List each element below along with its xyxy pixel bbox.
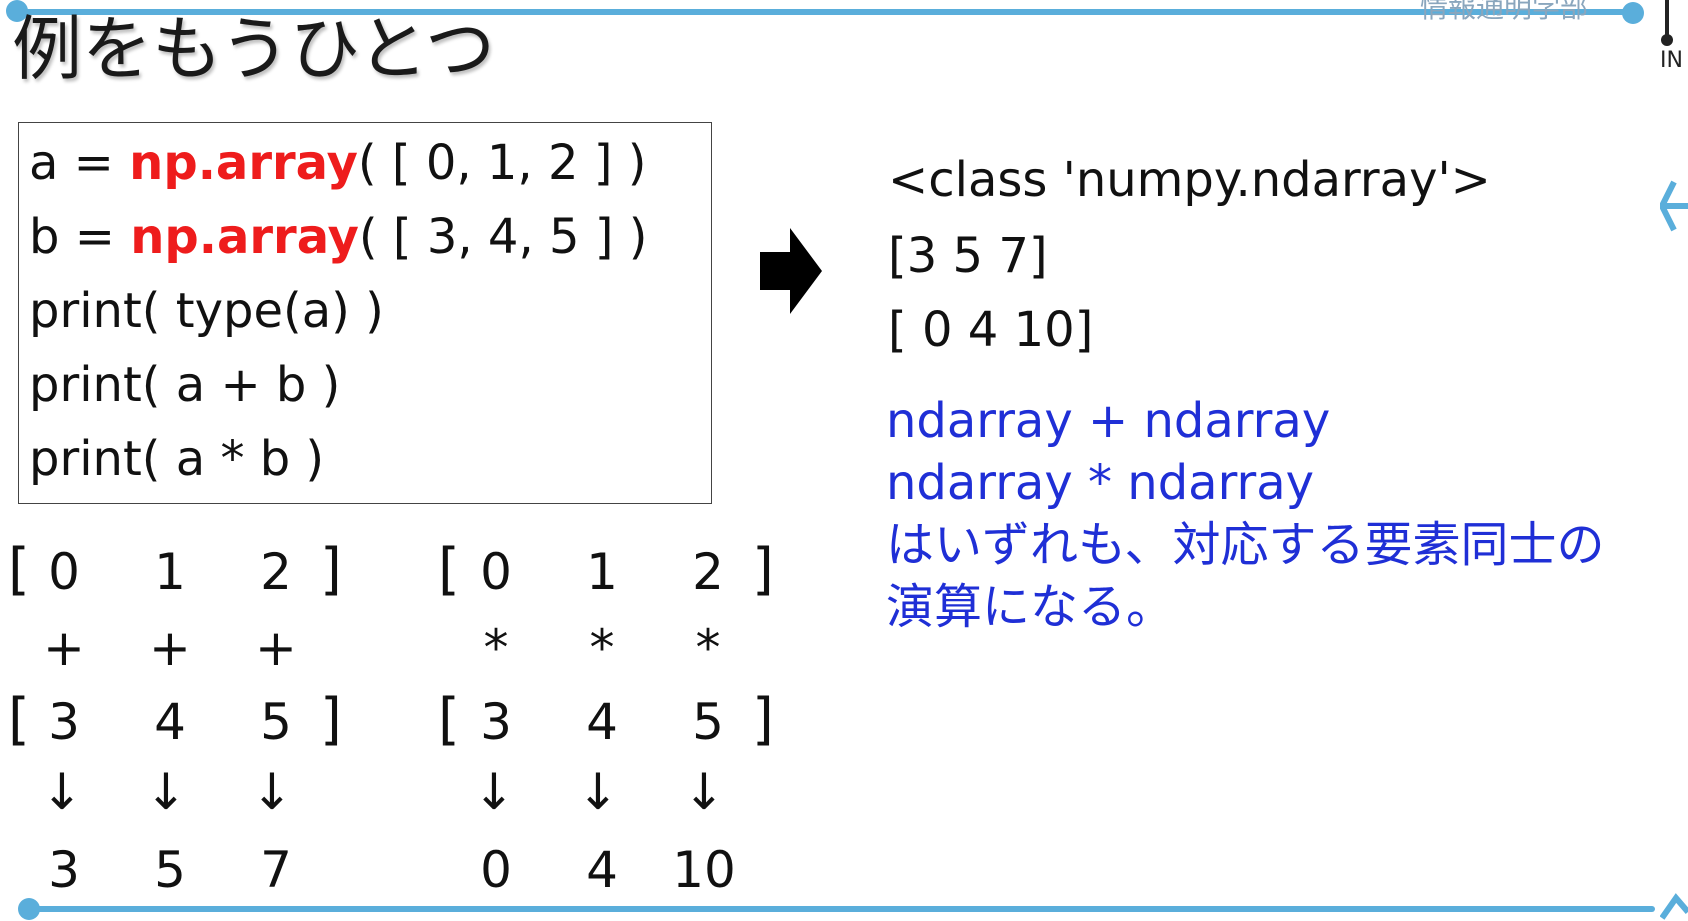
code-line-4: print( a + b ) [29,357,341,413]
result-cell: 7 [260,841,292,899]
close-bracket: ] [320,537,342,602]
result-cell: 3 [48,841,80,899]
code-line-5: print( a * b ) [29,431,325,487]
note-line-3: はいずれも、対応する要素同士の [886,517,1605,573]
close-bracket: ] [752,537,774,602]
array-b-cell: 4 [154,693,186,751]
corner-marker-icon [1660,893,1688,920]
array-b-cell: 4 [586,693,618,751]
code-text: ( [ 3, 4, 5 ] ) [358,209,648,265]
operator-symbol: + [255,619,297,677]
result-cell: 0 [480,841,512,899]
bottom-rule [30,906,1655,912]
output-line-1: <class 'numpy.ndarray'> [888,152,1491,208]
down-arrow-icon: ↓ [41,763,83,821]
header-corner-text: 情報通明学部 [1420,0,1589,24]
close-bracket: ] [752,687,774,752]
note-line-4: 演算になる。 [886,579,1175,635]
close-bracket: ] [320,687,342,752]
array-a-cell: 2 [692,543,724,601]
array-a-cell: 1 [586,543,618,601]
right-arrow-icon [760,228,822,314]
operator-symbol: * [589,619,615,677]
code-line-1: a = np.array( [ 0, 1, 2 ] ) [29,133,646,193]
operator-symbol: * [695,619,721,677]
top-right-dot [1622,2,1644,24]
explanation-note: ndarray + ndarray ndarray * ndarray はいずれ… [886,390,1605,638]
down-arrow-icon: ↓ [577,763,619,821]
array-a-cell: 0 [48,543,80,601]
note-line-1: ndarray + ndarray [886,393,1331,449]
operator-symbol: + [149,619,191,677]
side-marker-icon [1660,180,1688,232]
code-text: ( [ 0, 1, 2 ] ) [357,135,647,191]
output-line-2: [3 5 7] [888,228,1048,284]
array-b-cell: 3 [480,693,512,751]
array-b-cell: 3 [48,693,80,751]
operator-symbol: + [43,619,85,677]
operator-symbol: * [483,619,509,677]
code-block: a = np.array( [ 0, 1, 2 ] ) b = np.array… [18,122,712,504]
down-arrow-icon: ↓ [145,763,187,821]
code-line-2: b = np.array( [ 3, 4, 5 ] ) [29,207,648,267]
bottom-left-dot [18,898,40,920]
note-line-2: ndarray * ndarray [886,455,1315,511]
code-keyword: np.array [129,135,358,191]
array-b-cell: 5 [692,693,724,751]
code-line-3: print( type(a) ) [29,283,384,339]
result-cell: 10 [672,841,736,899]
page-title: 例をもうひとつ [12,8,495,90]
array-b-cell: 5 [260,693,292,751]
array-a-cell: 0 [480,543,512,601]
code-keyword: np.array [130,209,359,265]
logo-text: IN [1660,48,1683,73]
output-line-3: [ 0 4 10] [888,302,1094,358]
array-a-cell: 1 [154,543,186,601]
down-arrow-icon: ↓ [251,763,293,821]
down-arrow-icon: ↓ [473,763,515,821]
array-a-cell: 2 [260,543,292,601]
code-text: b = [29,209,131,265]
result-cell: 5 [154,841,186,899]
code-text: a = [29,135,130,191]
result-cell: 4 [586,841,618,899]
down-arrow-icon: ↓ [683,763,725,821]
